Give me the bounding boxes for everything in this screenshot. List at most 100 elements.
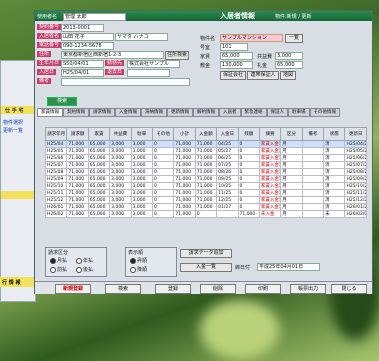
work-field[interactable]: 株式会社サンプル <box>127 60 180 68</box>
column-header[interactable]: 入金額 <box>194 127 218 141</box>
start-date-field[interactable]: H25/04/01 <box>61 69 104 77</box>
address-search-button[interactable]: 住所検索 <box>165 51 189 60</box>
table-cell[interactable]: 3,000 <box>130 147 153 155</box>
new-button[interactable]: 新規登録 <box>55 284 91 294</box>
close-button[interactable]: 閉じる <box>331 284 367 294</box>
table-cell[interactable]: 済 <box>323 161 346 169</box>
table-cell[interactable]: 済 <box>323 196 346 204</box>
column-header[interactable]: 状態 <box>323 127 346 141</box>
table-cell[interactable]: 71,000 <box>173 154 196 162</box>
link-item[interactable]: 更新一覧 <box>3 127 23 134</box>
column-header[interactable]: 駐車 <box>130 127 153 141</box>
tab-item[interactable]: 保証人 <box>266 108 288 117</box>
table-cell[interactable]: 済 <box>323 189 346 197</box>
table-row[interactable]: H25/10 71,000 65,000 3,000 3,000 0 71,000 71,00… <box>44 182 367 190</box>
table-cell[interactable]: H25/05 <box>44 147 68 155</box>
table-cell[interactable]: 3,000 <box>130 161 153 169</box>
guarantor-company-button[interactable]: 保証会社 <box>220 71 246 80</box>
table-cell[interactable]: H25/11/25 <box>344 189 367 197</box>
table-cell[interactable]: H25/07/25 <box>344 161 367 169</box>
table-row[interactable]: H25/12 71,000 65,000 3,000 3,000 0 71,000 71,00… <box>44 196 367 204</box>
table-cell[interactable]: 3,000 <box>109 154 132 162</box>
table-cell[interactable]: H25/10/25 <box>344 182 367 190</box>
table-cell[interactable]: 0 <box>237 182 260 190</box>
table-cell[interactable]: H25/08 <box>44 168 68 176</box>
table-cell[interactable] <box>301 147 325 155</box>
table-cell[interactable]: 71,000 <box>194 161 218 169</box>
rent-field[interactable]: 65,000 <box>220 52 253 60</box>
co-signer-button[interactable]: 連帯保証人 <box>247 71 279 80</box>
table-cell[interactable]: 71,000 <box>173 196 196 204</box>
table-cell[interactable] <box>216 210 239 218</box>
tel-field[interactable]: 090-1234-5678 <box>61 42 114 50</box>
column-header[interactable]: 請求年月 <box>44 127 68 141</box>
date-field[interactable]: 平成25年04月01日 <box>257 263 320 271</box>
table-cell[interactable]: 11/25 <box>216 189 239 197</box>
table-cell[interactable]: 3,000 <box>109 147 132 155</box>
table-cell[interactable]: 65,000 <box>87 189 111 197</box>
table-cell[interactable]: 71,000 <box>66 168 89 176</box>
table-cell[interactable]: 家賃入金済 <box>258 154 282 162</box>
table-cell[interactable]: H25/09 <box>44 175 68 183</box>
table-cell[interactable]: 3,000 <box>109 161 132 169</box>
table-cell[interactable]: H25/04/25 <box>344 140 367 148</box>
table-cell[interactable]: 3,000 <box>130 196 153 204</box>
table-cell[interactable]: 0 <box>151 154 175 162</box>
user-field[interactable]: 管理 太郎 <box>63 13 126 21</box>
table-cell[interactable]: 71,000 <box>173 182 196 190</box>
table-cell[interactable]: 月 <box>280 189 303 197</box>
table-cell[interactable]: H26/01 <box>44 203 68 211</box>
table-cell[interactable]: H26/02 <box>44 210 68 218</box>
table-cell[interactable]: 0 <box>237 154 260 162</box>
table-cell[interactable]: 65,000 <box>87 210 111 218</box>
table-cell[interactable]: 家賃入金済 <box>258 189 282 197</box>
table-cell[interactable]: 未 <box>323 210 346 218</box>
table-cell[interactable]: 0 <box>151 189 175 197</box>
table-cell[interactable]: H25/06 <box>44 154 68 162</box>
table-cell[interactable] <box>301 140 325 148</box>
table-cell[interactable]: 0 <box>151 210 175 218</box>
table-cell[interactable]: 71,000 <box>194 196 218 204</box>
tab-item[interactable]: 入金情報 <box>115 108 141 117</box>
table-cell[interactable]: 65,000 <box>87 182 111 190</box>
map-button[interactable]: 地図 <box>280 71 296 80</box>
table-cell[interactable]: 0 <box>237 147 260 155</box>
table-row[interactable]: H25/08 71,000 65,000 3,000 3,000 0 71,000 71,00… <box>44 168 367 176</box>
radio-option[interactable]: 後払 <box>76 266 93 273</box>
table-cell[interactable]: 0 <box>237 175 260 183</box>
table-cell[interactable]: H25/07 <box>44 161 68 169</box>
report-button[interactable]: 帳票出力 <box>290 284 326 294</box>
table-cell[interactable]: 家賃入金済 <box>258 203 282 211</box>
table-cell[interactable] <box>301 168 325 176</box>
contract-number-field[interactable]: 2013-0001 <box>61 24 104 32</box>
table-cell[interactable] <box>301 161 325 169</box>
table-cell[interactable]: 3,000 <box>130 175 153 183</box>
table-cell[interactable]: 12/25 <box>216 196 239 204</box>
table-cell[interactable]: 71,000 <box>66 147 89 155</box>
table-cell[interactable]: 71,000 <box>173 147 196 155</box>
table-cell[interactable]: 0 <box>151 196 175 204</box>
table-cell[interactable]: H25/09/25 <box>344 175 367 183</box>
table-cell[interactable]: 0 <box>237 168 260 176</box>
table-cell[interactable]: 71,000 <box>194 140 218 148</box>
table-row[interactable]: H25/11 71,000 65,000 3,000 3,000 0 71,000 71,00… <box>44 189 367 197</box>
table-cell[interactable]: 71,000 <box>66 196 89 204</box>
table-cell[interactable]: 08/26 <box>216 168 239 176</box>
table-cell[interactable]: 3,000 <box>109 140 132 148</box>
table-cell[interactable]: 3,000 <box>130 189 153 197</box>
table-cell[interactable]: 71,000 <box>194 203 218 211</box>
tab-item[interactable]: 駐車場 <box>288 108 310 117</box>
payment-list-button[interactable]: 入金一覧 <box>180 263 232 272</box>
table-cell[interactable]: 0 <box>194 210 218 218</box>
table-row[interactable]: H25/09 71,000 65,000 3,000 3,000 0 71,000 71,00… <box>44 175 367 183</box>
radio-option[interactable]: 降順 <box>130 266 147 273</box>
table-row[interactable]: H26/02 71,000 65,000 3,000 3,000 0 71,000 0 71,0… <box>44 210 367 218</box>
tab-item[interactable]: 請求情報 <box>89 108 115 117</box>
table-cell[interactable]: 71,000 <box>173 140 196 148</box>
address-field[interactable]: 東京都新宿区西新宿1-2-3 <box>61 51 164 59</box>
table-cell[interactable]: H26/01/27 <box>344 203 367 211</box>
table-cell[interactable]: 0 <box>237 189 260 197</box>
table-cell[interactable]: 月 <box>280 154 303 162</box>
end-date-field[interactable] <box>127 69 170 77</box>
table-cell[interactable]: 3,000 <box>109 182 132 190</box>
